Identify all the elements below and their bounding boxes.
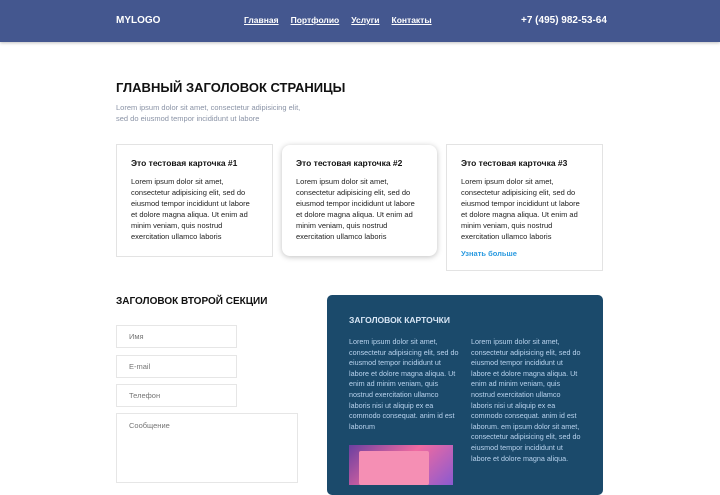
name-input[interactable] (116, 325, 237, 348)
nav-home[interactable]: Главная (244, 15, 279, 25)
card-text: Lorem ipsum dolor sit amet, consectetur … (131, 177, 250, 241)
nav-contacts[interactable]: Контакты (392, 15, 432, 25)
dark-card: ЗАГОЛОВОК КАРТОЧКИ Lorem ipsum dolor sit… (327, 295, 603, 495)
page-title: ГЛАВНЫЙ ЗАГОЛОВОК СТРАНИЦЫ (116, 80, 346, 95)
preview-image (349, 445, 453, 486)
dark-card-text-1: Lorem ipsum dolor sit amet, consectetur … (349, 337, 459, 431)
nav-portfolio[interactable]: Портфолио (291, 15, 340, 25)
dark-card-col-1: Lorem ipsum dolor sit amet, consectetur … (349, 337, 459, 486)
card-2: Это тестовая карточка #2 Lorem ipsum dol… (282, 145, 437, 256)
dark-card-title: ЗАГОЛОВОК КАРТОЧКИ (349, 315, 450, 325)
main-nav: Главная Портфолио Услуги Контакты (244, 15, 432, 25)
nav-services[interactable]: Услуги (351, 15, 379, 25)
header: MYLOGO Главная Портфолио Услуги Контакты… (0, 0, 720, 42)
email-input[interactable] (116, 355, 237, 378)
dark-card-text-2: Lorem ipsum dolor sit amet, consectetur … (471, 337, 581, 463)
page-subtitle: Lorem ipsum dolor sit amet, consectetur … (116, 103, 301, 123)
phone-input[interactable] (116, 384, 237, 407)
card-1: Это тестовая карточка #1 Lorem ipsum dol… (116, 144, 273, 257)
card-text: Lorem ipsum dolor sit amet, consectetur … (461, 177, 580, 241)
message-input[interactable] (116, 413, 298, 483)
card-title: Это тестовая карточка #1 (131, 158, 238, 168)
card-text: Lorem ipsum dolor sit amet, consectetur … (296, 177, 415, 241)
card-title: Это тестовая карточка #3 (461, 158, 568, 168)
card-title: Это тестовая карточка #2 (296, 158, 403, 168)
learn-more-link[interactable]: Узнать больше (461, 249, 588, 258)
logo[interactable]: MYLOGO (116, 15, 160, 26)
section-title: ЗАГОЛОВОК ВТОРОЙ СЕКЦИИ (116, 296, 268, 307)
phone-number: +7 (495) 982-53-64 (521, 15, 607, 26)
card-3: Это тестовая карточка #3 Lorem ipsum dol… (446, 144, 603, 271)
